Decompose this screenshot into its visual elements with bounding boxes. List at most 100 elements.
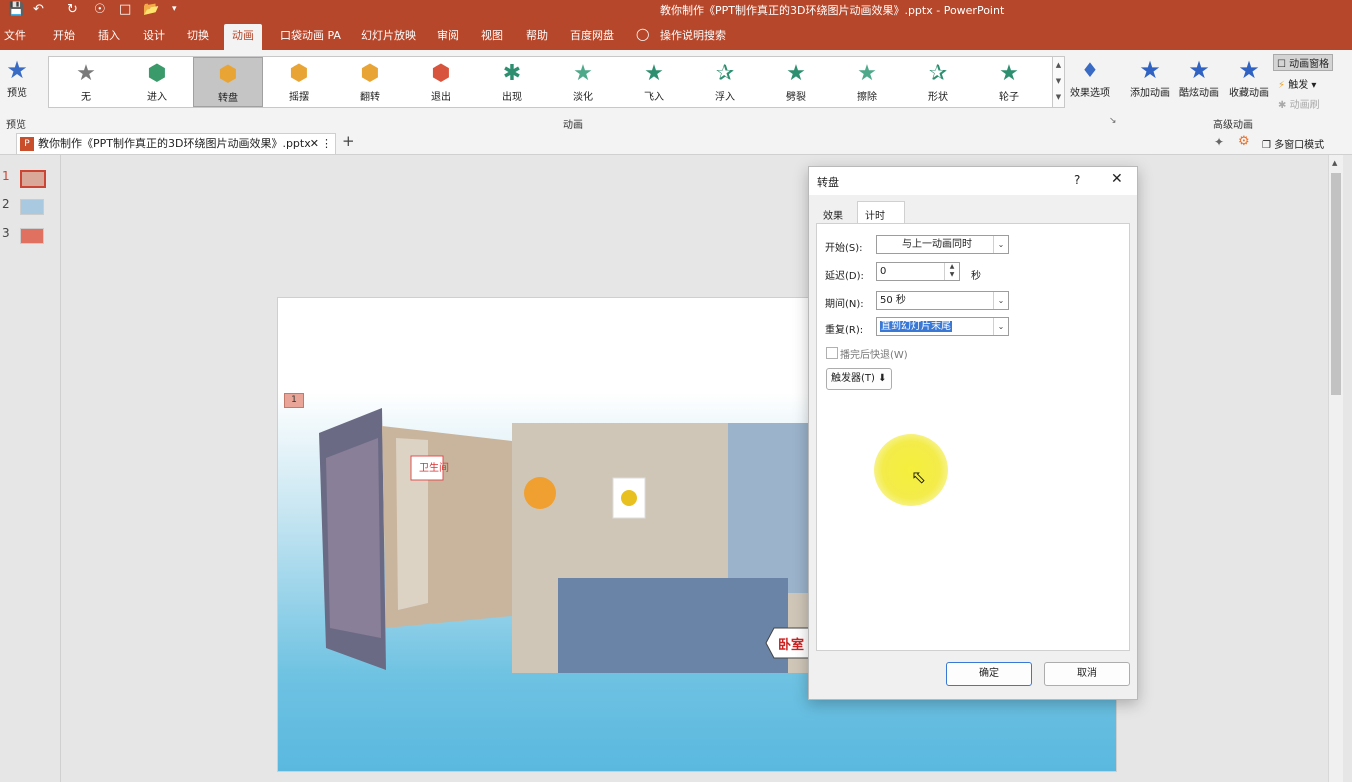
tab-pocket-animation[interactable]: 口袋动画 PA	[280, 27, 341, 43]
anim-label: 飞入	[644, 92, 664, 103]
anim-label: 退出	[431, 92, 451, 103]
tab-file[interactable]: 文件	[4, 27, 26, 43]
new-tab-icon[interactable]: +	[342, 132, 355, 150]
chevron-down-icon[interactable]: ⌄	[993, 236, 1008, 253]
multi-window-label: 多窗口模式	[1274, 140, 1325, 151]
anim-label: 轮子	[999, 92, 1019, 103]
anim-wheel[interactable]: ★ 轮子	[974, 57, 1044, 107]
thumb-number: 3	[2, 226, 10, 240]
anim-shape[interactable]: ✰ 形状	[903, 57, 973, 107]
effect-options-button[interactable]: ♦ 效果选项	[1066, 56, 1114, 99]
timing-panel	[816, 223, 1130, 651]
anim-wipe[interactable]: ★ 擦除	[832, 57, 902, 107]
anim-flip-icon: ⬢	[360, 61, 380, 86]
touch-mode-icon[interactable]: ☉	[94, 1, 106, 18]
new-file-icon[interactable]: □	[119, 1, 131, 18]
duration-label: 期间(N):	[825, 299, 864, 310]
duration-select[interactable]: 50 秒 ⌄	[876, 291, 1009, 310]
bedroom-window	[728, 423, 812, 593]
slide-thumbnail[interactable]	[20, 170, 46, 188]
help-icon[interactable]: ?	[1074, 173, 1080, 187]
animation-pane-button[interactable]: ☐ 动画窗格	[1273, 54, 1334, 71]
cool-animation-button[interactable]: ★ 酷炫动画	[1176, 56, 1222, 99]
redo-icon[interactable]: ↻	[67, 1, 78, 18]
tab-timing[interactable]: 计时	[857, 201, 905, 224]
flower	[524, 477, 556, 509]
anim-label: 进入	[147, 92, 167, 103]
preview-button[interactable]: ★ 预览	[3, 56, 31, 99]
tell-me-search[interactable]: 操作说明搜索	[660, 27, 726, 43]
trigger-button[interactable]: ⚡ 触发 ▾	[1278, 76, 1316, 91]
tab-review[interactable]: 审阅	[437, 27, 459, 43]
favorite-animation-button[interactable]: ★ 收藏动画	[1226, 56, 1272, 99]
turntable-dialog: 转盘 ? ✕ 效果 计时 开始(S): 与上一动画同时 ⌄ 延迟(D): 0 ▲ ▼ …	[808, 166, 1138, 700]
anim-swing[interactable]: ⬢ 摇摆	[264, 57, 334, 107]
tab-slideshow[interactable]: 幻灯片放映	[361, 27, 416, 43]
slide-thumbnail[interactable]	[20, 199, 44, 215]
tab-home[interactable]: 开始	[53, 27, 75, 43]
add-animation-button[interactable]: ★ 添加动画	[1126, 56, 1174, 99]
tab-view[interactable]: 视图	[481, 27, 503, 43]
animation-painter-button[interactable]: ✱ 动画刷	[1278, 96, 1320, 111]
repeat-select[interactable]: 直到幻灯片末尾 ⌄	[876, 317, 1009, 336]
tab-effect[interactable]: 效果	[823, 207, 843, 222]
anim-split[interactable]: ★ 劈裂	[761, 57, 831, 107]
anim-enter[interactable]: ⬢ 进入	[122, 57, 192, 107]
settings-icon[interactable]: ⚙	[1238, 134, 1250, 149]
tab-menu-icon[interactable]: ⋮	[321, 134, 332, 154]
chevron-down-icon[interactable]: ⌄	[993, 292, 1008, 309]
anim-wipe-icon: ★	[857, 61, 877, 86]
tab-insert[interactable]: 插入	[98, 27, 120, 43]
chevron-down-icon[interactable]: ▼	[1053, 73, 1064, 89]
open-file-icon[interactable]: 📂	[143, 1, 159, 18]
trigger-dropdown-button[interactable]: 触发器(T) ⬇	[826, 368, 892, 390]
tab-animations[interactable]: 动画	[224, 24, 262, 50]
anim-appear[interactable]: ✱ 出现	[477, 57, 547, 107]
gallery-scroll[interactable]: ▲ ▼ ▼	[1052, 56, 1065, 108]
close-tab-icon[interactable]: ✕	[310, 134, 319, 154]
document-tab[interactable]: P 教你制作《PPT制作真正的3D环绕图片动画效果》.pptx ✕ ⋮	[16, 133, 336, 154]
anim-none-icon: ★	[76, 61, 96, 86]
anim-shape-icon: ✰	[928, 61, 948, 86]
anim-fade[interactable]: ★ 淡化	[548, 57, 618, 107]
chevron-up-icon[interactable]: ▲	[1053, 57, 1064, 73]
vertical-scrollbar[interactable]: ▲	[1328, 155, 1343, 782]
duration-value: 50 秒	[880, 295, 906, 306]
anim-flip[interactable]: ⬢ 翻转	[335, 57, 405, 107]
ok-button[interactable]: 确定	[946, 662, 1032, 686]
repeat-label: 重复(R):	[825, 325, 864, 336]
chevron-down-icon[interactable]: ⌄	[993, 318, 1008, 335]
tab-transitions[interactable]: 切换	[187, 27, 209, 43]
tab-baidu-netdisk[interactable]: 百度网盘	[570, 27, 614, 43]
save-icon[interactable]: 💾	[8, 1, 24, 18]
trigger-dropdown-label: 触发器(T)	[831, 373, 875, 384]
anim-exit[interactable]: ⬢ 退出	[406, 57, 476, 107]
rewind-checkbox[interactable]	[826, 347, 838, 359]
anim-turntable[interactable]: ⬢ 转盘	[193, 57, 263, 107]
spinner-icon[interactable]: ▲ ▼	[944, 263, 959, 280]
slide-thumbnail[interactable]	[20, 228, 44, 244]
anim-float-in[interactable]: ✰ 浮入	[690, 57, 760, 107]
customize-icon[interactable]: ▾	[172, 1, 177, 18]
tab-help[interactable]: 帮助	[526, 27, 548, 43]
multi-window-button[interactable]: ❐ 多窗口模式	[1262, 136, 1324, 151]
animation-order-tag[interactable]: 1	[284, 393, 304, 408]
pin-icon[interactable]: ✦	[1214, 135, 1224, 149]
tab-timing-label: 计时	[865, 211, 885, 222]
delay-input[interactable]: 0 ▲ ▼	[876, 262, 960, 281]
cancel-button[interactable]: 取消	[1044, 662, 1130, 686]
close-icon[interactable]: ✕	[1111, 171, 1123, 187]
anim-fly-in[interactable]: ★ 飞入	[619, 57, 689, 107]
dialog-launcher-icon[interactable]: ↘	[1109, 116, 1117, 126]
anim-none[interactable]: ★ 无	[51, 57, 121, 107]
document-tab-row: P 教你制作《PPT制作真正的3D环绕图片动画效果》.pptx ✕ ⋮ + ✦ ⚙…	[0, 132, 1352, 155]
scroll-thumb[interactable]	[1331, 173, 1341, 395]
tab-design[interactable]: 设计	[143, 27, 165, 43]
scroll-up-icon[interactable]: ▲	[1332, 159, 1337, 167]
cool-animation-icon: ★	[1188, 56, 1210, 84]
undo-icon[interactable]: ↶	[33, 1, 44, 18]
anim-label: 转盘	[218, 93, 238, 104]
start-select[interactable]: 与上一动画同时 ⌄	[876, 235, 1009, 254]
document-tab-title: 教你制作《PPT制作真正的3D环绕图片动画效果》.pptx	[38, 137, 311, 150]
more-icon[interactable]: ▼	[1053, 89, 1064, 105]
